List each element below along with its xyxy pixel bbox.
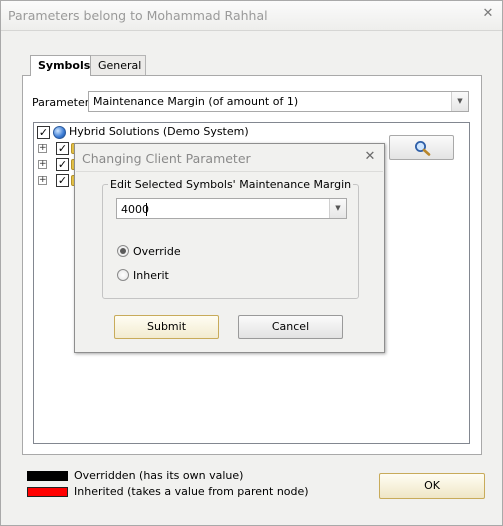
submit-button[interactable]: Submit — [114, 315, 219, 339]
cancel-button[interactable]: Cancel — [238, 315, 343, 339]
chevron-down-icon[interactable]: ▼ — [451, 92, 468, 111]
dialog-close-button[interactable]: ✕ — [362, 149, 378, 165]
tree-expand-button[interactable]: + — [38, 160, 47, 169]
tab-symbols[interactable]: Symbols — [30, 55, 91, 76]
inherited-legend-label: Inherited (takes a value from parent nod… — [74, 485, 309, 498]
inherit-label[interactable]: Inherit — [133, 269, 169, 282]
margin-group-label: Edit Selected Symbols' Maintenance Margi… — [108, 178, 354, 191]
override-radio[interactable] — [117, 245, 129, 257]
tree-expand-button[interactable]: + — [38, 144, 47, 153]
window-title: Parameters belong to Mohammad Rahhal — [8, 8, 268, 23]
margin-value-text: 4000 — [121, 203, 149, 216]
parameter-label: Parameter — [32, 96, 90, 109]
margin-value-input[interactable]: 4000 ▼ — [116, 198, 347, 219]
tree-expand-button[interactable]: + — [38, 176, 47, 185]
tree-node-checkbox[interactable]: ✓ — [56, 174, 69, 187]
window-close-button[interactable]: ✕ — [480, 6, 496, 22]
search-button[interactable] — [389, 135, 454, 160]
chevron-down-icon[interactable]: ▼ — [329, 199, 346, 218]
inherit-radio[interactable] — [117, 269, 129, 281]
parameter-select-value: Maintenance Margin (of amount of 1) — [93, 95, 299, 108]
tree-node-checkbox[interactable]: ✓ — [56, 158, 69, 171]
inherited-swatch — [27, 487, 68, 497]
ok-button[interactable]: OK — [379, 473, 485, 499]
override-label[interactable]: Override — [133, 245, 181, 258]
magnifier-icon — [415, 141, 431, 156]
overridden-swatch — [27, 471, 68, 481]
tree-node-checkbox[interactable]: ✓ — [56, 142, 69, 155]
globe-icon — [53, 126, 66, 139]
dialog-divider — [76, 171, 383, 172]
tab-general[interactable]: General — [90, 55, 146, 75]
parameter-select[interactable]: Maintenance Margin (of amount of 1) ▼ — [88, 91, 469, 112]
tree-root-label[interactable]: Hybrid Solutions (Demo System) — [69, 125, 249, 138]
tree-root-checkbox[interactable]: ✓ — [37, 126, 50, 139]
change-parameter-dialog: Changing Client Parameter ✕ Edit Selecte… — [74, 143, 385, 353]
text-caret — [146, 203, 147, 216]
overridden-legend-label: Overridden (has its own value) — [74, 469, 244, 482]
dialog-title: Changing Client Parameter — [82, 151, 251, 166]
